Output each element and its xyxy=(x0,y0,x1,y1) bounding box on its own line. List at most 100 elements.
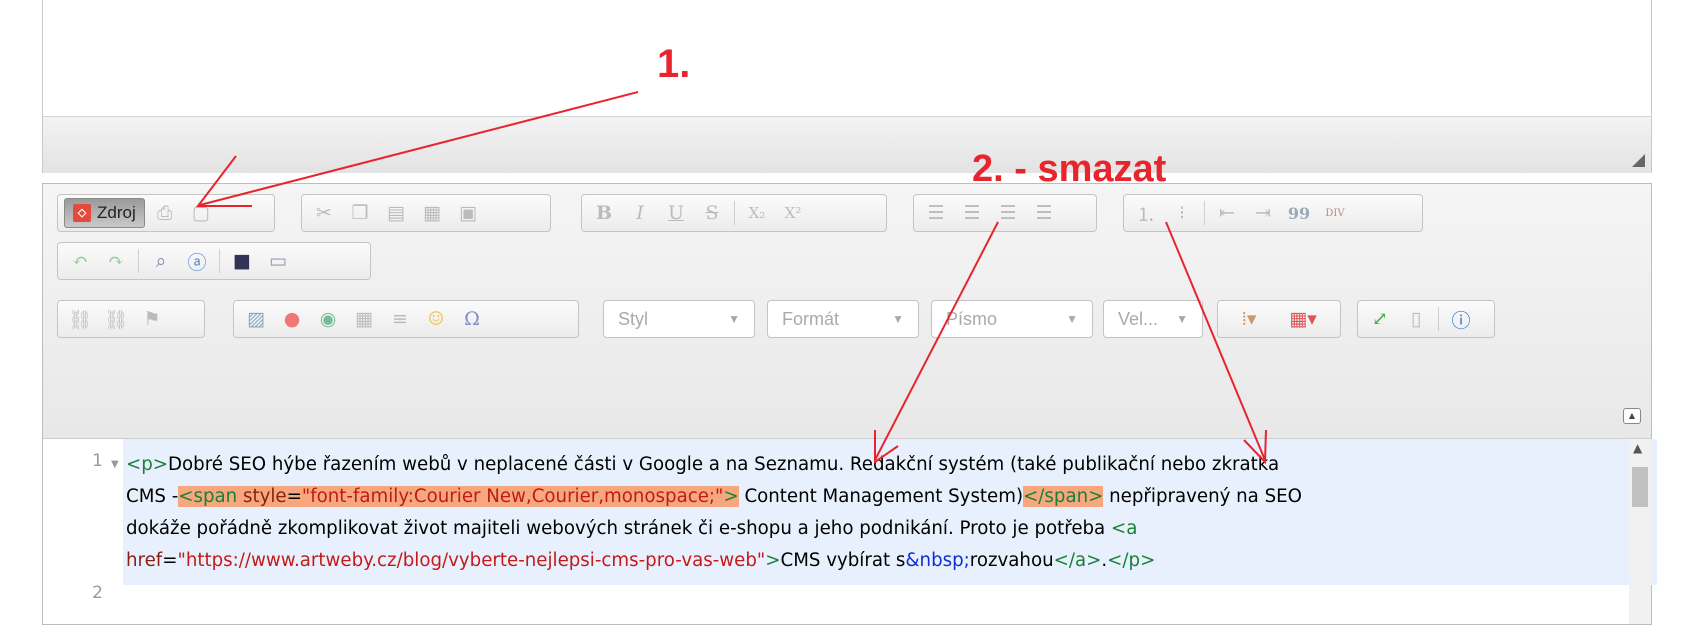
cut-icon[interactable]: ✂ xyxy=(308,198,340,228)
a-open-tag: <a xyxy=(1110,518,1138,539)
nbsp-entity: &nbsp; xyxy=(905,550,970,571)
iframe-icon[interactable]: ◉ xyxy=(312,304,344,334)
scrollbar-thumb[interactable] xyxy=(1632,467,1648,507)
font-select[interactable]: Písmo ▼ xyxy=(931,300,1093,338)
clipboard-group: ✂ ❐ ▤ ▦ ▣ xyxy=(301,194,551,232)
maximize-icon[interactable]: ⤢ xyxy=(1364,304,1396,334)
chevron-down-icon: ▼ xyxy=(1066,312,1078,326)
source-button-label: Zdroj xyxy=(97,203,136,222)
code-text[interactable]: <p>Dobré SEO hýbe řazením webů v neplace… xyxy=(126,449,1656,577)
vertical-scrollbar[interactable]: ▲ xyxy=(1629,439,1651,624)
highlighted-span-open: <span style="font-family:Courier New,Cou… xyxy=(178,486,739,507)
align-right-icon[interactable]: ☰ xyxy=(992,198,1024,228)
outdent-icon[interactable]: ⇤ xyxy=(1211,198,1243,228)
anchor-icon[interactable]: ⚑ xyxy=(136,304,168,334)
code-text-segment: nepřipravený na SEO xyxy=(1103,486,1302,507)
code-line-row: <p>Dobré SEO hýbe řazením webů v neplace… xyxy=(126,449,1656,481)
paste-icon[interactable]: ▤ xyxy=(380,198,412,228)
italic-button[interactable]: I xyxy=(624,198,656,228)
image-icon[interactable]: ▨ xyxy=(240,304,272,334)
blockquote-button[interactable]: 99 xyxy=(1283,198,1315,228)
previous-editor-statusbar xyxy=(43,116,1651,173)
replace-icon[interactable]: ⓐ xyxy=(181,246,213,276)
find-icon[interactable]: ⌕ xyxy=(145,246,177,276)
div-button[interactable]: DIV xyxy=(1319,198,1351,228)
line-number: 2 xyxy=(92,583,103,603)
redo-icon[interactable]: ↷ xyxy=(100,246,132,276)
bg-color-icon[interactable]: ▦▾ xyxy=(1278,304,1328,334)
previous-editor-area xyxy=(42,0,1652,173)
align-group: ☰ ☰ ☰ ☰ xyxy=(913,194,1097,232)
about-icon[interactable]: ⓘ xyxy=(1445,304,1477,334)
code-line-row: href="https://www.artweby.cz/blog/vybert… xyxy=(126,545,1656,577)
link-icon[interactable]: ⛓ xyxy=(64,304,96,334)
indent-icon[interactable]: ⇥ xyxy=(1247,198,1279,228)
tools-group: ⤢ ▯ ⓘ xyxy=(1357,300,1495,338)
bulleted-list-icon[interactable]: ⁝ xyxy=(1166,198,1198,228)
paste-text-icon[interactable]: ▦ xyxy=(416,198,448,228)
paragraph-group: ⒈ ⁝ ⇤ ⇥ 99 DIV xyxy=(1123,194,1423,232)
format-select[interactable]: Formát ▼ xyxy=(767,300,919,338)
remove-format-icon[interactable]: ▭ xyxy=(262,246,294,276)
code-text-segment: = xyxy=(162,550,178,571)
color-group: ⁞▾ ▦▾ xyxy=(1217,300,1341,338)
a-attr-value: "https://www.artweby.cz/blog/vyberte-nej… xyxy=(177,550,766,571)
a-attr: href xyxy=(126,550,163,571)
bold-button[interactable]: B xyxy=(588,198,620,228)
horizontal-rule-icon[interactable]: ≡ xyxy=(384,304,416,334)
copy-icon[interactable]: ❐ xyxy=(344,198,376,228)
smiley-icon[interactable]: ☺ xyxy=(420,304,452,334)
select-all-icon[interactable]: ■ xyxy=(226,246,258,276)
code-line-row: dokáže pořádně zkomplikovat život majite… xyxy=(126,513,1656,545)
chevron-down-icon: ▼ xyxy=(892,312,904,326)
subscript-button[interactable]: X₂ xyxy=(741,198,773,228)
fold-arrow-icon[interactable]: ▼ xyxy=(111,459,119,470)
align-justify-icon[interactable]: ☰ xyxy=(1028,198,1060,228)
size-select-label: Vel... xyxy=(1118,308,1159,329)
code-text-segment: dokáže pořádně zkomplikovat život majite… xyxy=(126,518,1111,539)
align-center-icon[interactable]: ☰ xyxy=(956,198,988,228)
line-number: 1 xyxy=(92,451,103,471)
align-left-icon[interactable]: ☰ xyxy=(920,198,952,228)
ckeditor: ◇ Zdroj ⎙ ▢ ✂ ❐ ▤ ▦ ▣ B I U S X₂ X² ☰ ☰ … xyxy=(42,183,1657,625)
chevron-down-icon: ▼ xyxy=(728,312,740,326)
special-char-icon[interactable]: Ω xyxy=(456,304,488,334)
undo-icon[interactable]: ↶ xyxy=(64,246,96,276)
style-select[interactable]: Styl ▼ xyxy=(603,300,755,338)
basicstyles-group: B I U S X₂ X² xyxy=(581,194,887,232)
a-close-tag: </a> xyxy=(1053,550,1102,571)
text-color-icon[interactable]: ⁞▾ xyxy=(1224,304,1274,334)
highlighted-span-close: </span> xyxy=(1023,486,1104,507)
size-select[interactable]: Vel... ▼ xyxy=(1103,300,1203,338)
collapse-toolbar-icon[interactable]: ▲ xyxy=(1623,408,1641,424)
show-blocks-icon[interactable]: ▯ xyxy=(1400,304,1432,334)
p-close-tag: </p> xyxy=(1107,550,1156,571)
flash-icon[interactable]: ● xyxy=(276,304,308,334)
code-line-row: CMS -<span style="font-family:Courier Ne… xyxy=(126,481,1656,513)
chevron-down-icon: ▼ xyxy=(1176,312,1188,326)
superscript-button[interactable]: X² xyxy=(777,198,809,228)
source-button[interactable]: ◇ Zdroj xyxy=(64,198,145,228)
code-text-segment: CMS vybírat s xyxy=(780,550,906,571)
link-group: ⛓ ⛓ ⚑ xyxy=(57,300,205,338)
separator xyxy=(1438,307,1439,331)
preview-icon[interactable]: ⎙ xyxy=(149,198,181,228)
insert-group: ▨ ● ◉ ▦ ≡ ☺ Ω xyxy=(233,300,579,338)
undo-find-group: ↶ ↷ ⌕ ⓐ ■ ▭ xyxy=(57,242,371,280)
separator xyxy=(734,201,735,225)
span-tag: <span xyxy=(178,486,243,507)
unlink-icon[interactable]: ⛓ xyxy=(100,304,132,334)
source-code-area[interactable]: 1 2 ▼ <p>Dobré SEO hýbe řazením webů v n… xyxy=(43,438,1657,624)
p-open-tag: <p> xyxy=(126,454,169,475)
templates-icon[interactable]: ▢ xyxy=(185,198,217,228)
strike-button[interactable]: S xyxy=(696,198,728,228)
scroll-up-icon[interactable]: ▲ xyxy=(1633,441,1642,455)
separator xyxy=(138,249,139,273)
numbered-list-icon[interactable]: ⒈ xyxy=(1130,198,1162,228)
code-text-segment: Dobré SEO hýbe řazením webů v neplacené … xyxy=(168,454,1280,475)
underline-button[interactable]: U xyxy=(660,198,692,228)
resize-grip-icon[interactable] xyxy=(1632,154,1645,167)
paste-word-icon[interactable]: ▣ xyxy=(452,198,484,228)
separator xyxy=(219,249,220,273)
table-icon[interactable]: ▦ xyxy=(348,304,380,334)
